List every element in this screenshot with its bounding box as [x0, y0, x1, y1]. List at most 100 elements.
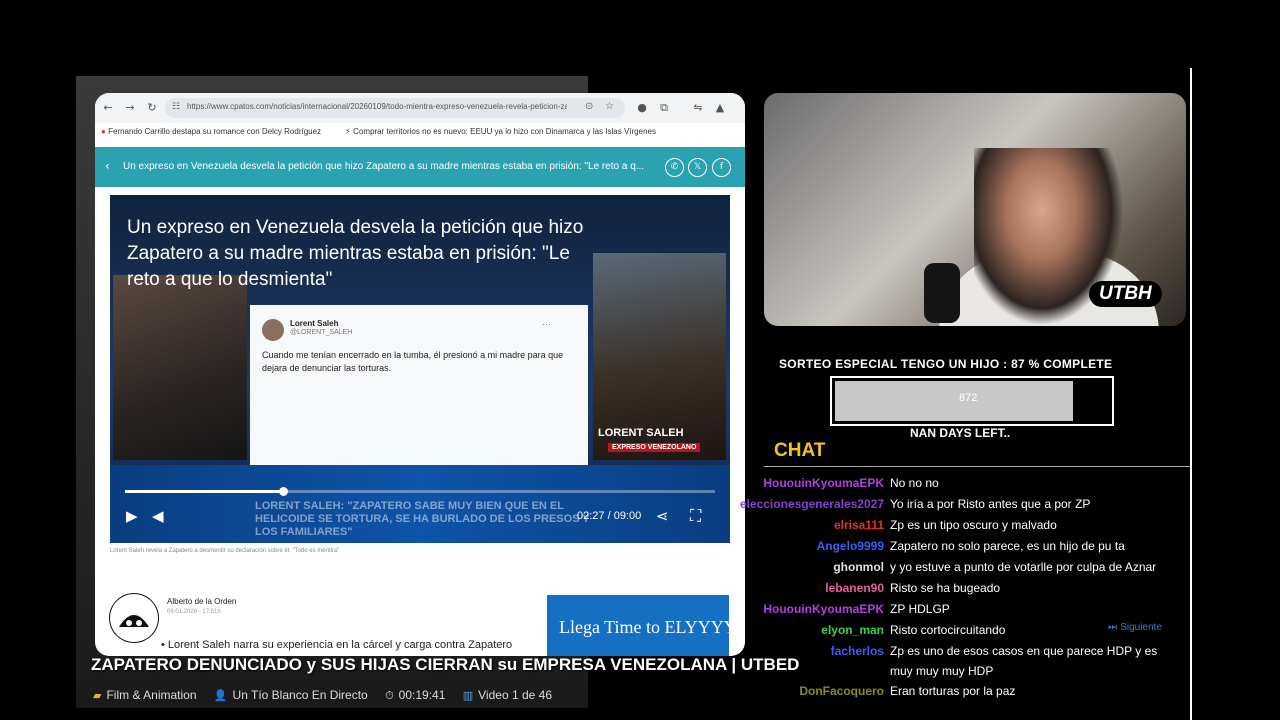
- tweet-author-handle: @LORENT_SALEH: [290, 329, 353, 336]
- chat-message: HououinKyoumaEPK: [763, 476, 884, 490]
- chat-divider: [764, 466, 1190, 467]
- whatsapp-icon[interactable]: ✆: [665, 158, 684, 177]
- user-icon: 👤: [213, 689, 228, 702]
- tweet-avatar: [262, 319, 284, 341]
- chat-message-text: Zp es uno de esos casos en que parece HD…: [890, 644, 1158, 658]
- author-date: 09.01.2026 - 17:51h: [167, 609, 221, 615]
- bookmark-star-icon[interactable]: ☆: [605, 101, 614, 112]
- chat-username[interactable]: elrisa111: [834, 518, 884, 532]
- chat-username[interactable]: HououinKyoumaEPK: [763, 602, 884, 616]
- presenter-image: [113, 275, 247, 460]
- chat-message: elyon_man: [821, 623, 884, 637]
- article-bullet: • Lorent Saleh narra su experiencia en l…: [161, 639, 513, 651]
- chat-username[interactable]: eleccionesgenerales2027: [740, 497, 884, 511]
- chat-username[interactable]: HououinKyoumaEPK: [763, 476, 884, 490]
- chat-message-text: y yo estuve a punto de votarlle por culp…: [890, 560, 1157, 574]
- browser-window: ← → ↻ ☷ https://www.cpatos.com/noticias/…: [95, 93, 745, 656]
- video-progress-handle[interactable]: [279, 487, 289, 496]
- url-input[interactable]: ☷ https://www.cpatos.com/noticias/intern…: [165, 98, 625, 118]
- extensions-puzzle-icon[interactable]: ⧉: [657, 101, 671, 115]
- back-icon[interactable]: ←: [101, 101, 115, 115]
- article-header-title: Un expreso en Venezuela desvela la petic…: [123, 161, 645, 172]
- guest-name-label: LORENT SALEH: [598, 427, 684, 439]
- chat-message: HououinKyoumaEPK: [763, 602, 884, 616]
- bar-chart-icon: ▥: [462, 689, 474, 702]
- article-video-player[interactable]: Lorent Saleh @LORENT_SALEH ⋯ Cuando me t…: [110, 195, 730, 543]
- folder-icon: ▰: [93, 689, 102, 702]
- video-progress-bar[interactable]: [125, 487, 715, 496]
- forward-icon[interactable]: →: [123, 101, 137, 115]
- site-info-icon[interactable]: ☷: [172, 102, 180, 112]
- ad-text: Llega Time to ELYYYY!: [559, 617, 743, 637]
- guest-image: LORENT SALEH EXPRESO VENEZOLANO: [593, 253, 726, 460]
- video-overlay-title: Un expreso en Venezuela desvela la petic…: [127, 217, 584, 290]
- channel-meta[interactable]: 👤 Un Tío Blanco En Directo: [214, 688, 368, 702]
- location-icon[interactable]: ⊙: [585, 101, 593, 112]
- giveaway-count: 872: [959, 392, 978, 404]
- translate-icon[interactable]: ⇋: [691, 101, 705, 115]
- next-button[interactable]: ⏭ Siguiente: [1108, 622, 1162, 633]
- chat-message-text: Zapatero no solo parece, es un hijo de p…: [890, 539, 1125, 553]
- chat-username[interactable]: facherlos: [831, 644, 884, 658]
- layout-divider: [1190, 68, 1192, 720]
- volume-icon[interactable]: ◀: [152, 507, 164, 525]
- video-headline: ZAPATERO DENUNCIADO y SUS HIJAS CIERRAN …: [91, 655, 800, 674]
- chat-message-text: Yo iría a por Risto antes que a por ZP: [890, 497, 1091, 511]
- chat-message-text: muy muy muy HDP: [890, 664, 994, 678]
- giveaway-progress-bar: 872: [830, 376, 1114, 426]
- duration-meta: ⏱ 00:19:41: [385, 688, 446, 702]
- category-meta: ▰ Film & Animation: [93, 688, 197, 702]
- next-icon: ⏭: [1108, 622, 1121, 633]
- microphone: [924, 263, 960, 323]
- news-lower-third: LORENT SALEH: "ZAPATERO SABE MUY BIEN QU…: [110, 465, 730, 543]
- profile-icon[interactable]: ▲: [713, 101, 727, 115]
- chat-message: elrisa111: [834, 518, 884, 532]
- reload-icon[interactable]: ↻: [145, 101, 159, 115]
- chat-message: facherlos: [831, 644, 884, 658]
- fullscreen-icon[interactable]: ⛶: [690, 506, 701, 526]
- chat-message-text: Eran torturas por la paz: [890, 684, 1016, 698]
- chat-message: eleccionesgenerales2027: [740, 497, 884, 511]
- days-left: NAN DAYS LEFT..: [910, 426, 1011, 440]
- bookmark-item[interactable]: ⚡ Comprar territorios no es nuevo: EEUU …: [345, 127, 656, 136]
- url-text: https://www.cpatos.com/noticias/internac…: [187, 102, 567, 111]
- chat-title: CHAT: [774, 440, 826, 461]
- x-icon[interactable]: 𝕏: [688, 158, 707, 177]
- more-options-icon: ⋯: [542, 319, 551, 329]
- bookmark-item[interactable]: ● Fernando Carrillo destapa su romance c…: [101, 127, 321, 136]
- chat-username[interactable]: DonFacoquero: [799, 684, 884, 698]
- author-avatar: [109, 593, 159, 643]
- share-icon[interactable]: ⋖: [656, 507, 669, 525]
- webcam-feed: UTBH: [764, 93, 1186, 326]
- advertisement[interactable]: Llega Time to ELYYYY!: [547, 595, 743, 656]
- giveaway-title: SORTEO ESPECIAL TENGO UN HIJO : 87 % COM…: [779, 357, 1113, 371]
- article-header-bar: ‹ Un expreso en Venezuela desvela la pet…: [95, 147, 745, 187]
- extension-icon[interactable]: ●: [635, 101, 649, 115]
- tweet-text: Cuando me tenían encerrado en la tumba, …: [262, 350, 564, 373]
- chat-message-text: ZP HDLGP: [890, 602, 950, 616]
- playlist-meta: ▥ Video 1 de 46: [462, 688, 552, 702]
- video-caption: Lorent Saleh revela a Zapatero a desment…: [110, 548, 340, 554]
- video-progress-fill: [125, 490, 285, 493]
- chat-username[interactable]: elyon_man: [821, 623, 884, 637]
- bookmarks-bar: ● Fernando Carrillo destapa su romance c…: [95, 123, 745, 141]
- chat-message-text: Risto se ha bugeado: [890, 581, 1001, 595]
- chat-username[interactable]: Angelo9999: [817, 539, 884, 553]
- tweet-author-name: Lorent Saleh: [290, 319, 339, 328]
- guest-role-label: EXPRESO VENEZOLANO: [608, 443, 701, 452]
- news-ticker-text: LORENT SALEH: "ZAPATERO SABE MUY BIEN QU…: [255, 500, 590, 538]
- stopwatch-icon: ⏱: [385, 689, 394, 702]
- facebook-icon[interactable]: f: [712, 158, 731, 177]
- tweet-card: Lorent Saleh @LORENT_SALEH ⋯ Cuando me t…: [250, 305, 588, 465]
- chat-username[interactable]: ghonmol: [833, 560, 884, 574]
- author-name[interactable]: Alberto de la Orden: [167, 597, 236, 606]
- chat-message-text: Risto cortocircuitando: [890, 623, 1006, 637]
- video-meta-row: ▰ Film & Animation 👤 Un Tío Blanco En Dire…: [93, 688, 566, 703]
- author-avatar-drawing: [110, 594, 158, 642]
- chat-message: ghonmol: [833, 560, 884, 574]
- giveaway-progress-fill: [835, 381, 1074, 421]
- chevron-left-icon[interactable]: ‹: [105, 159, 110, 173]
- chat-message: lebanen90: [825, 581, 884, 595]
- play-icon[interactable]: ▶: [126, 507, 138, 525]
- chat-username[interactable]: lebanen90: [825, 581, 884, 595]
